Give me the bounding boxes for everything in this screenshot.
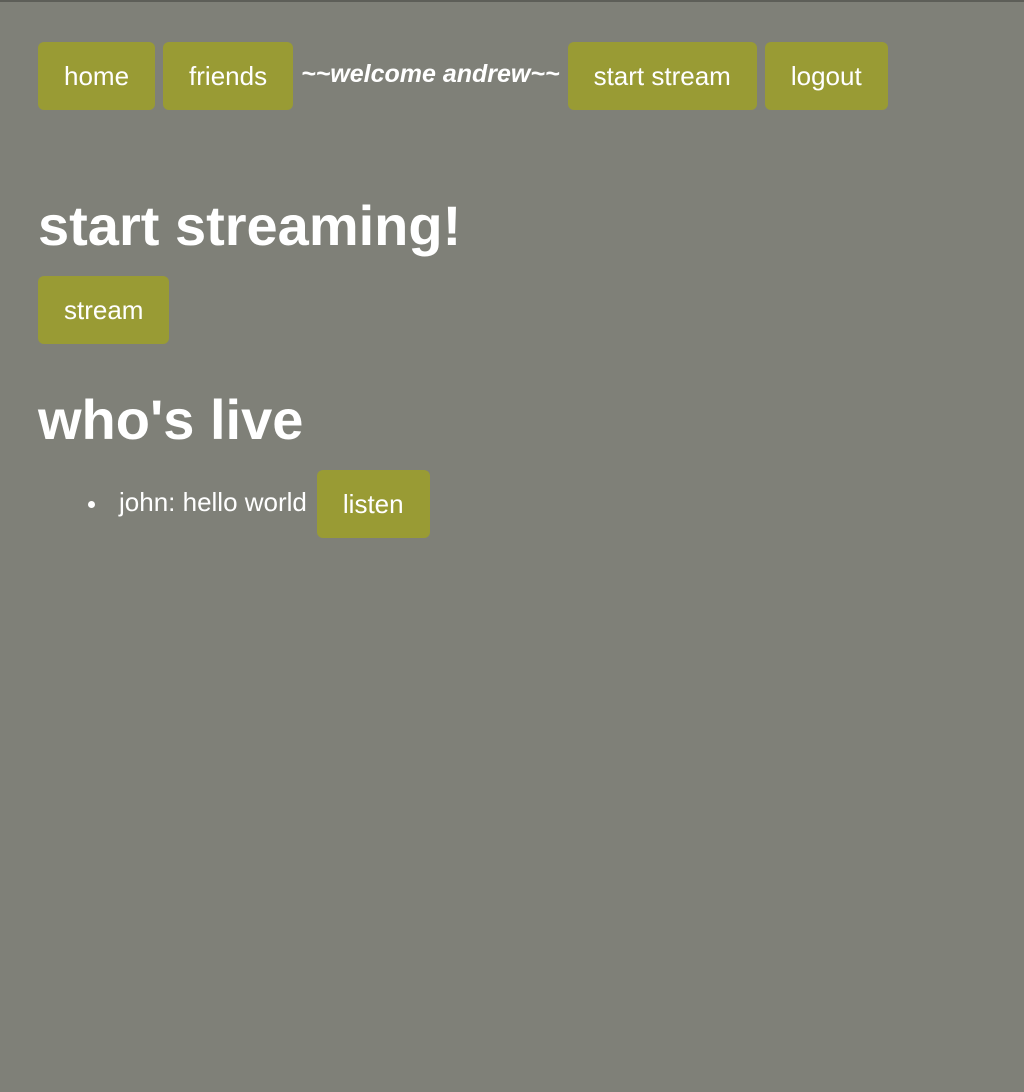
top-nav: home friends ~~welcome andrew~~ start st… (38, 42, 888, 110)
friends-button[interactable]: friends (163, 42, 294, 110)
live-stream-list: john: hello world listen (86, 470, 430, 538)
whos-live-title: who's live (38, 388, 304, 451)
live-stream-label: john: hello world (119, 486, 307, 517)
list-item: john: hello world listen (86, 470, 430, 538)
logout-button[interactable]: logout (764, 42, 888, 110)
welcome-message: ~~welcome andrew~~ (301, 59, 560, 88)
home-button[interactable]: home (38, 42, 156, 110)
bullet-icon (88, 500, 95, 508)
stream-button[interactable]: stream (38, 276, 170, 344)
listen-button[interactable]: listen (316, 470, 430, 538)
start-stream-button[interactable]: start stream (567, 42, 757, 110)
start-streaming-title: start streaming! (38, 194, 462, 257)
